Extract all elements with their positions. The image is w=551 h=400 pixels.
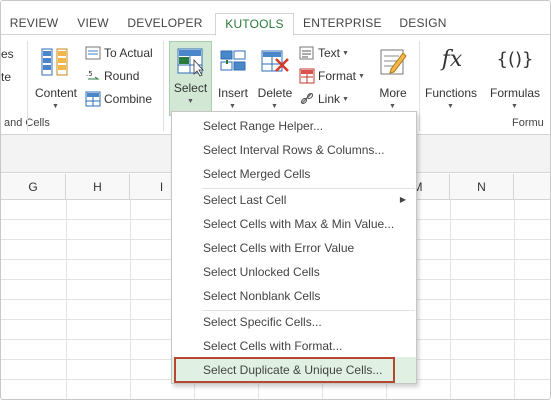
menu-item-select-interval-rows-columns[interactable]: Select Interval Rows & Columns... [172,138,416,162]
formulas-button[interactable]: {()} Formulas ▼ [485,41,545,115]
menu-item-select-range-helper[interactable]: Select Range Helper... [172,114,416,138]
more-button[interactable]: More ▼ [373,41,413,115]
menu-item-label: Select Specific Cells... [203,315,322,329]
format-label: Format [318,69,357,83]
grid-line [130,200,131,399]
select-dropdown-menu: Select Range Helper... Select Interval R… [171,111,417,384]
ribbon-separator [163,41,164,131]
menu-item-label: Select Last Cell [203,193,287,207]
round-label: Round [104,69,140,83]
column-header-n[interactable]: N [450,174,514,200]
combine-button[interactable]: Combine [85,91,152,107]
insert-label: Insert [217,86,248,100]
menu-item-label: Select Unlocked Cells [203,265,320,279]
group-label-formula: Formu [512,117,544,129]
menu-item-label: Select Merged Cells [203,167,311,181]
content-caret-icon: ▼ [52,103,59,110]
column-header-o[interactable] [514,174,550,200]
fx-icon: fx [441,47,463,72]
link-caret-icon: ▼ [342,95,349,103]
tab-kutools[interactable]: KUTOOLS [215,13,294,36]
select-label: Select [173,81,208,95]
functions-button[interactable]: fx Functions ▼ [421,41,481,115]
menu-item-select-cells-max-min[interactable]: Select Cells with Max & Min Value... [172,212,416,236]
delete-icon [260,47,290,77]
menu-item-label: Select Cells with Max & Min Value... [203,217,395,231]
ribbon-separator [27,41,28,131]
menu-item-label: Select Range Helper... [203,119,324,133]
more-icon [379,47,407,77]
text-button[interactable]: Text ▼ [299,45,349,61]
menu-item-label: Select Cells with Format... [203,339,343,353]
text-icon [299,45,315,61]
select-icon [176,46,206,78]
link-icon [299,91,315,107]
grid-line [66,200,67,399]
content-icon [41,47,69,79]
menu-item-label: Select Cells with Error Value [203,241,355,255]
menu-item-select-merged-cells[interactable]: Select Merged Cells [172,162,416,186]
tab-design[interactable]: DESIGN [393,13,453,35]
more-label: More [379,86,407,100]
format-caret-icon: ▼ [358,72,365,80]
select-caret-icon: ▼ [187,98,194,105]
to-actual-icon [85,45,101,61]
excel-window: REVIEW VIEW DEVELOPER KUTOOLS ENTERPRISE… [0,0,551,400]
highlight-box [174,357,395,383]
column-header-h[interactable]: H [66,174,130,200]
menu-item-label: Select Interval Rows & Columns... [203,143,385,157]
to-actual-label: To Actual [104,46,153,60]
link-label: Link [318,92,341,106]
submenu-arrow-icon: ▶ [399,195,406,204]
grid-line [514,200,515,399]
cutoff-label-1: es [1,47,14,61]
column-header-g[interactable]: G [1,174,66,200]
cutoff-label-2: te [1,70,12,84]
text-caret-icon: ▼ [342,49,349,57]
formulas-caret-icon: ▼ [511,103,518,110]
ribbon-separator [419,41,420,131]
round-icon: .5 [85,68,101,84]
svg-text:.5: .5 [86,70,93,78]
insert-caret-icon: ▼ [229,103,236,110]
to-actual-button[interactable]: To Actual [85,45,153,61]
menu-item-label: Select Nonblank Cells [203,289,321,303]
delete-caret-icon: ▼ [271,103,278,110]
text-label: Text [318,46,341,60]
menu-item-select-duplicate-unique-cells[interactable]: Select Duplicate & Unique Cells... [172,357,416,383]
more-caret-icon: ▼ [389,103,396,110]
cutoff-item-1[interactable]: es [1,47,14,61]
format-button[interactable]: Format ▼ [299,68,365,84]
tab-review[interactable]: REVIEW [9,13,59,35]
format-icon [299,68,315,84]
delete-label: Delete [257,86,293,100]
menu-item-select-cells-with-format[interactable]: Select Cells with Format... [172,334,416,358]
menu-item-select-cells-error-value[interactable]: Select Cells with Error Value [172,236,416,260]
link-button[interactable]: Link ▼ [299,91,349,107]
tab-developer[interactable]: DEVELOPER [127,13,203,35]
content-label: Content [34,86,78,100]
functions-caret-icon: ▼ [447,103,454,110]
combine-label: Combine [104,92,153,106]
braces-icon: {()} [496,49,534,70]
combine-icon [85,91,101,107]
content-button[interactable]: Content ▼ [31,41,79,115]
cutoff-item-2[interactable]: te [1,70,11,84]
grid-line [450,200,451,399]
delete-button[interactable]: Delete ▼ [255,41,295,115]
formulas-label: Formulas [489,86,540,100]
functions-label: Functions [424,86,478,100]
tab-enterprise[interactable]: ENTERPRISE [303,13,381,35]
menu-item-select-last-cell[interactable]: Select Last Cell ▶ [172,188,416,212]
menu-item-select-nonblank-cells[interactable]: Select Nonblank Cells [172,284,416,308]
insert-button[interactable]: Insert ▼ [215,41,251,115]
insert-icon [219,47,247,77]
tab-view[interactable]: VIEW [73,13,113,35]
select-button[interactable]: Select ▼ [169,41,212,116]
menu-item-select-specific-cells[interactable]: Select Specific Cells... [172,310,416,334]
menu-item-select-unlocked-cells[interactable]: Select Unlocked Cells [172,260,416,284]
ribbon-tab-bar: REVIEW VIEW DEVELOPER KUTOOLS ENTERPRISE… [1,1,550,36]
round-button[interactable]: .5 Round [85,68,139,84]
